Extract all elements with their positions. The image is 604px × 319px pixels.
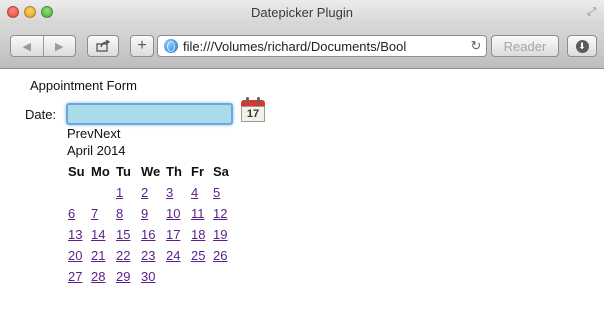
week-row: 13 14 15 16 17 18 19 bbox=[68, 224, 235, 245]
share-button[interactable] bbox=[87, 35, 119, 57]
day-link[interactable]: 8 bbox=[116, 206, 123, 221]
day-link[interactable]: 17 bbox=[166, 227, 180, 242]
fullscreen-icon[interactable]: ⤢ bbox=[587, 6, 596, 19]
day-link[interactable]: 13 bbox=[68, 227, 82, 242]
date-input[interactable] bbox=[66, 103, 233, 125]
calendar-grid: Su Mo Tu We Th Fr Sa 1 2 3 4 5 6 7 8 9 1… bbox=[68, 161, 235, 287]
reload-icon[interactable]: ↻ bbox=[466, 38, 486, 54]
day-link[interactable]: 9 bbox=[141, 206, 148, 221]
browser-toolbar: ◀ ▶ + file:///Volumes/richard/Documents/… bbox=[0, 24, 604, 69]
calendar-icon-day: 17 bbox=[241, 106, 265, 122]
day-link[interactable]: 19 bbox=[213, 227, 227, 242]
day-link[interactable]: 5 bbox=[213, 185, 220, 200]
day-link[interactable]: 26 bbox=[213, 248, 227, 263]
day-link[interactable]: 28 bbox=[91, 269, 105, 284]
day-link[interactable]: 30 bbox=[141, 269, 155, 284]
reader-button[interactable]: Reader bbox=[491, 35, 559, 57]
day-link[interactable]: 20 bbox=[68, 248, 82, 263]
window-title: Datepicker Plugin bbox=[251, 5, 353, 20]
date-label: Date: bbox=[25, 107, 57, 122]
new-tab-button[interactable]: + bbox=[130, 35, 154, 57]
day-link[interactable]: 12 bbox=[213, 206, 227, 221]
calendar-ring bbox=[257, 97, 260, 104]
week-row: 1 2 3 4 5 bbox=[68, 182, 235, 203]
day-link[interactable]: 24 bbox=[166, 248, 180, 263]
forward-arrow-icon[interactable]: ▶ bbox=[44, 36, 76, 56]
month-label: April 2014 bbox=[67, 143, 126, 158]
day-link[interactable]: 14 bbox=[91, 227, 105, 242]
day-link[interactable]: 6 bbox=[68, 206, 75, 221]
share-icon bbox=[96, 40, 110, 52]
calendar-icon[interactable]: 17 bbox=[240, 97, 266, 123]
day-link[interactable]: 16 bbox=[141, 227, 155, 242]
weekday-header: We bbox=[141, 164, 161, 179]
day-link[interactable]: 29 bbox=[116, 269, 130, 284]
weekday-header: Fr bbox=[191, 164, 204, 179]
weekday-header-row: Su Mo Tu We Th Fr Sa bbox=[68, 161, 235, 182]
day-link[interactable]: 2 bbox=[141, 185, 148, 200]
url-text[interactable]: file:///Volumes/richard/Documents/Bool bbox=[183, 39, 466, 54]
day-link[interactable]: 10 bbox=[166, 206, 180, 221]
downloads-icon: ⬇ bbox=[575, 39, 589, 53]
weekday-header: Mo bbox=[91, 164, 110, 179]
next-month-link[interactable]: Next bbox=[94, 126, 121, 141]
day-link[interactable]: 11 bbox=[191, 206, 205, 221]
datepicker-nav: PrevNext bbox=[67, 126, 120, 141]
downloads-button[interactable]: ⬇ bbox=[567, 35, 597, 57]
day-link[interactable]: 23 bbox=[141, 248, 155, 263]
day-link[interactable]: 21 bbox=[91, 248, 105, 263]
weekday-header: Sa bbox=[213, 164, 229, 179]
form-title: Appointment Form bbox=[30, 78, 137, 93]
week-row: 27 28 29 30 bbox=[68, 266, 235, 287]
day-link[interactable]: 4 bbox=[191, 185, 198, 200]
weekday-header: Su bbox=[68, 164, 85, 179]
address-bar[interactable]: file:///Volumes/richard/Documents/Bool ↻ bbox=[157, 35, 487, 57]
page-content: Appointment Form Date: 17 PrevNext April… bbox=[0, 69, 604, 319]
day-link[interactable]: 3 bbox=[166, 185, 173, 200]
day-link[interactable]: 27 bbox=[68, 269, 82, 284]
day-link[interactable]: 15 bbox=[116, 227, 130, 242]
weekday-header: Tu bbox=[116, 164, 131, 179]
back-arrow-icon[interactable]: ◀ bbox=[11, 36, 44, 56]
week-row: 6 7 8 9 10 11 12 bbox=[68, 203, 235, 224]
prev-month-link[interactable]: Prev bbox=[67, 126, 94, 141]
day-link[interactable]: 1 bbox=[116, 185, 123, 200]
day-link[interactable]: 22 bbox=[116, 248, 130, 263]
back-forward-buttons: ◀ ▶ bbox=[10, 35, 76, 57]
weekday-header: Th bbox=[166, 164, 182, 179]
globe-icon bbox=[164, 39, 178, 53]
day-link[interactable]: 25 bbox=[191, 248, 205, 263]
day-link[interactable]: 18 bbox=[191, 227, 205, 242]
title-bar: Datepicker Plugin ⤢ bbox=[0, 0, 604, 24]
browser-window: Datepicker Plugin ⤢ ◀ ▶ + file:///Volume… bbox=[0, 0, 604, 319]
week-row: 20 21 22 23 24 25 26 bbox=[68, 245, 235, 266]
calendar-ring bbox=[246, 97, 249, 104]
day-link[interactable]: 7 bbox=[91, 206, 98, 221]
